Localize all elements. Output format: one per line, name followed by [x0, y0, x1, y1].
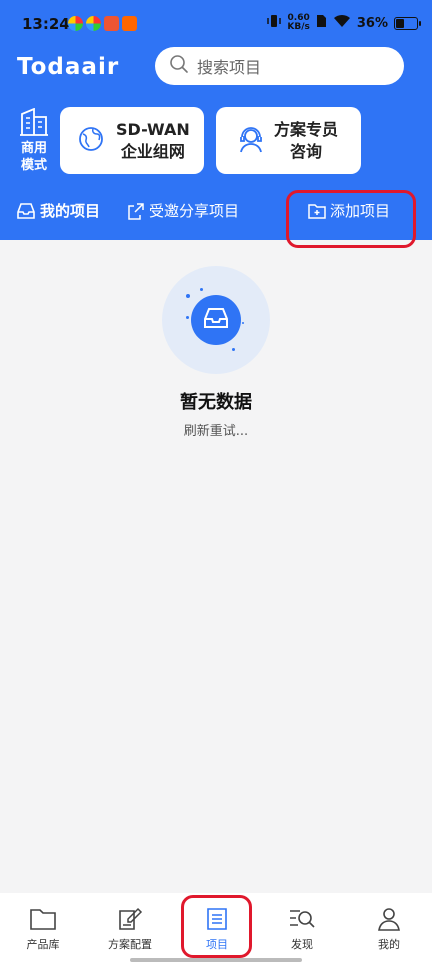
- nav-label-mine: 我的: [378, 938, 400, 951]
- decor-dot: [200, 288, 203, 291]
- sdwan-card-title: SD-WAN: [116, 119, 190, 139]
- vibrate-icon: [267, 14, 282, 32]
- tab-shared-projects[interactable]: 受邀分享项目: [127, 200, 239, 221]
- nav-item-product-library[interactable]: 产品库: [3, 907, 83, 952]
- sdwan-card-subtitle: 企业组网: [120, 141, 185, 161]
- sdwan-card[interactable]: SD-WAN 企业组网: [60, 107, 204, 174]
- status-bar: 13:24 0.60 KB/s 36%: [0, 0, 432, 48]
- consult-card-text: 方案专员 咨询: [274, 119, 338, 163]
- headset-icon: [238, 125, 264, 157]
- consult-card-title: 方案专员: [274, 119, 339, 139]
- home-indicator[interactable]: [130, 958, 302, 962]
- business-mode-label-2: 模式: [20, 158, 47, 173]
- nav-item-mine[interactable]: 我的: [349, 907, 429, 952]
- app-notification-icon: [86, 16, 101, 31]
- app-notification-icon: [122, 16, 137, 31]
- search-placeholder: 搜索项目: [197, 58, 262, 77]
- wifi-icon: [333, 14, 351, 32]
- nav-highlight-box: [181, 895, 252, 958]
- refresh-retry-link[interactable]: 刷新重试...: [0, 420, 432, 439]
- edit-icon: [90, 907, 170, 931]
- nav-item-discover[interactable]: 发现: [262, 907, 342, 952]
- tray-icon: [203, 307, 229, 333]
- empty-title: 暂无数据: [180, 392, 252, 413]
- tab-shared-projects-label: 受邀分享项目: [149, 202, 240, 220]
- sim-icon: [316, 14, 327, 32]
- globe-icon: [78, 126, 104, 156]
- battery-fill: [396, 18, 404, 28]
- search-input[interactable]: 搜索项目: [155, 47, 404, 85]
- empty-illustration: [162, 266, 270, 374]
- business-mode-toggle[interactable]: 商用 模式: [16, 107, 52, 174]
- search-icon: [169, 54, 189, 78]
- decor-dot: [242, 322, 244, 324]
- tab-my-projects-label: 我的项目: [40, 202, 101, 220]
- decor-dot: [186, 294, 190, 298]
- battery-icon: [394, 16, 421, 30]
- empty-state: 暂无数据 刷新重试...: [0, 266, 432, 439]
- user-icon: [349, 907, 429, 931]
- app-notification-icon: [68, 16, 83, 31]
- speed-unit: KB/s: [287, 22, 310, 32]
- nav-item-solution-config[interactable]: 方案配置: [90, 907, 170, 952]
- business-mode-label-1: 商用: [20, 141, 47, 156]
- nav-label-product-library: 产品库: [26, 938, 60, 951]
- discover-icon: [262, 907, 342, 931]
- consult-card[interactable]: 方案专员 咨询: [216, 107, 361, 174]
- building-icon: [19, 107, 49, 140]
- network-speed: 0.60 KB/s: [287, 14, 309, 32]
- tray-circle: [191, 295, 241, 345]
- inbox-icon: [16, 202, 36, 220]
- app-notification-icon: [104, 16, 119, 31]
- battery-percent: 36%: [356, 15, 388, 31]
- nav-label-solution-config: 方案配置: [108, 938, 152, 951]
- nav-label-discover: 发现: [291, 938, 313, 951]
- decor-dot: [186, 316, 189, 319]
- sdwan-card-text: SD-WAN 企业组网: [116, 119, 190, 163]
- share-icon: [127, 202, 145, 220]
- status-time: 13:24: [22, 15, 70, 33]
- folder-icon: [3, 907, 83, 931]
- tab-my-projects[interactable]: 我的项目: [16, 200, 100, 221]
- status-right: 0.60 KB/s 36%: [267, 14, 421, 32]
- app-logo: Todaair: [17, 54, 120, 80]
- decor-dot: [232, 348, 235, 351]
- notification-icons: [68, 16, 137, 31]
- highlight-box: [286, 190, 416, 248]
- consult-card-subtitle: 咨询: [290, 141, 323, 161]
